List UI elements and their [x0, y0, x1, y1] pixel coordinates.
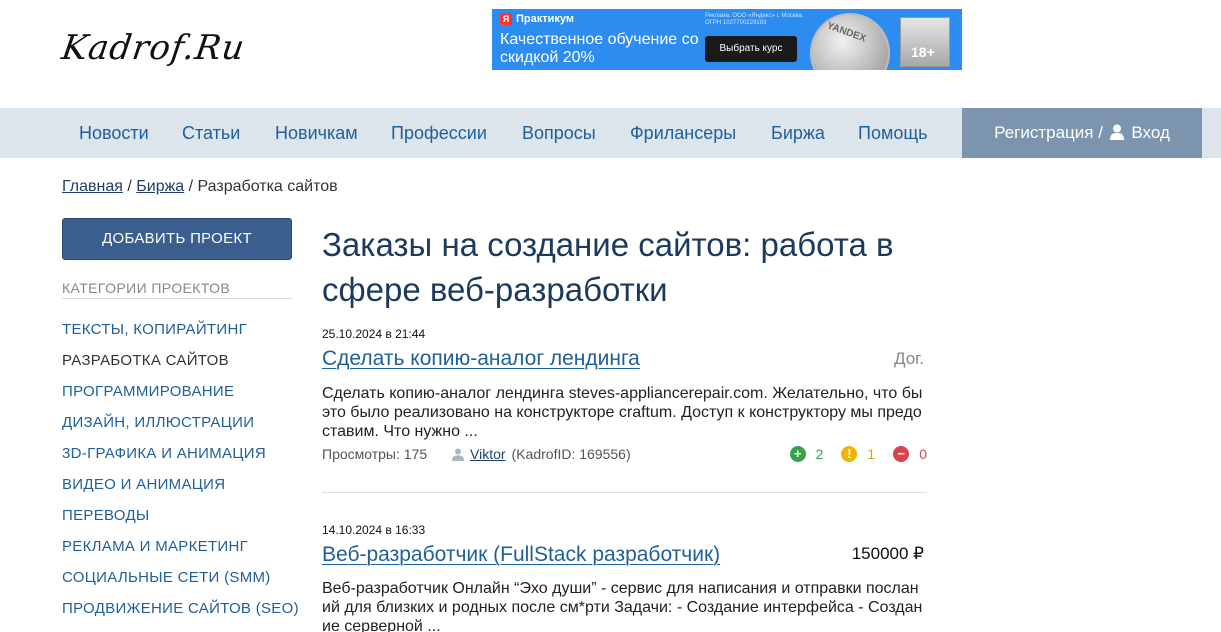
author-id: (KadrofID: 169556) [511, 446, 631, 462]
order-date: 25.10.2024 в 21:44 [322, 327, 426, 341]
category-design[interactable]: ДИЗАЙН, ИЛЛЮСТРАЦИИ [62, 414, 254, 431]
category-3d-graphics[interactable]: 3D-ГРАФИКА И АНИМАЦИЯ [62, 445, 266, 462]
order-author: Viktor (KadrofID: 169556) [452, 446, 631, 462]
yandex-logo-icon: Я [500, 13, 512, 25]
breadcrumb-current: Разработка сайтов [197, 178, 338, 195]
order-description: Сделать копию-аналог лендинга steves-app… [322, 385, 923, 440]
register-link[interactable]: Регистрация / [994, 123, 1103, 142]
category-seo[interactable]: ПРОДВИЖЕНИЕ САЙТОВ (SEO) [62, 600, 299, 617]
ad-legal-text: Реклама. ООО «Яндекс» г. Москва, ОГРН 10… [705, 13, 804, 26]
page-title: Заказы на создание сайтов: работа в сфер… [322, 226, 894, 308]
vote-positive[interactable]: + 2 [789, 446, 824, 462]
author-user-icon [452, 448, 464, 461]
add-project-button[interactable]: ДОБАВИТЬ ПРОЕКТ [62, 218, 292, 260]
site-header: Kadrof.Ru Я Практикум Качественное обучен… [0, 0, 1221, 108]
ad-coin-image: YANDEX [810, 13, 890, 70]
breadcrumb-separator: / [184, 178, 198, 195]
vote-positive-count: 2 [815, 446, 824, 462]
nav-item-articles[interactable]: Статьи [182, 108, 240, 158]
ad-text: Качественное обучение со скидкой 20% [500, 31, 699, 66]
category-texts[interactable]: ТЕКСТЫ, КОПИРАЙТИНГ [62, 321, 247, 338]
auth-box: Регистрация / Вход [962, 108, 1202, 158]
main-nav: Новости Статьи Новичкам Профессии Вопрос… [0, 108, 1221, 158]
ad-choose-course-button[interactable]: Выбрать курс [705, 36, 797, 62]
order-views: Просмотры: 175 [322, 446, 428, 462]
order-price: Дог. [893, 349, 924, 368]
nav-item-news[interactable]: Новости [79, 108, 149, 158]
vote-negative-count: 0 [919, 446, 927, 462]
vote-neutral-count: 1 [867, 446, 876, 462]
login-link[interactable]: Вход [1131, 123, 1169, 142]
user-icon [1109, 124, 1124, 140]
order-date: 14.10.2024 в 16:33 [322, 523, 426, 537]
exclamation-circle-icon: ! [841, 446, 858, 462]
ad-brand: Я Практикум [500, 13, 574, 25]
breadcrumb: Главная / Биржа / Разработка сайтов [62, 178, 338, 196]
category-translations[interactable]: ПЕРЕВОДЫ [62, 507, 149, 524]
nav-item-help[interactable]: Помощь [858, 108, 928, 158]
ad-banner[interactable]: Я Практикум Качественное обучение со скид… [492, 9, 962, 70]
minus-circle-icon: − [893, 446, 910, 462]
order-votes: + 2 ! 1 − 0 [789, 446, 927, 462]
breadcrumb-exchange[interactable]: Биржа [136, 178, 184, 195]
order-description: Веб-разработчик Онлайн “Эхо души” - серв… [322, 580, 923, 632]
breadcrumb-home[interactable]: Главная [62, 178, 123, 195]
breadcrumb-separator: / [122, 178, 137, 195]
categories-title: КАТЕГОРИИ ПРОЕКТОВ [62, 280, 292, 299]
vote-negative[interactable]: − 0 [893, 446, 927, 462]
category-smm[interactable]: СОЦИАЛЬНЫЕ СЕТИ (SMM) [62, 569, 271, 586]
order-price: 150000 ₽ [851, 544, 924, 563]
nav-item-freelancers[interactable]: Фрилансеры [630, 108, 736, 158]
author-link[interactable]: Viktor [470, 446, 506, 462]
category-programming[interactable]: ПРОГРАММИРОВАНИЕ [62, 383, 234, 400]
vote-neutral[interactable]: ! 1 [841, 446, 875, 462]
order-title-link[interactable]: Сделать копию-аналог лендинга [322, 347, 640, 371]
nav-item-newbies[interactable]: Новичкам [275, 108, 358, 158]
order-title-link[interactable]: Веб-разработчик (FullStack разработчик) [322, 543, 720, 567]
site-logo[interactable]: Kadrof.Ru [59, 28, 247, 68]
order-divider [322, 492, 927, 493]
nav-item-professions[interactable]: Профессии [391, 108, 487, 158]
nav-item-questions[interactable]: Вопросы [522, 108, 596, 158]
nav-item-exchange[interactable]: Биржа [771, 108, 825, 158]
plus-circle-icon: + [789, 446, 806, 462]
category-web-development[interactable]: РАЗРАБОТКА САЙТОВ [62, 352, 229, 369]
category-video[interactable]: ВИДЕО И АНИМАЦИЯ [62, 476, 225, 493]
category-marketing[interactable]: РЕКЛАМА И МАРКЕТИНГ [62, 538, 248, 555]
ad-ingot-image: 18+ [900, 17, 950, 67]
